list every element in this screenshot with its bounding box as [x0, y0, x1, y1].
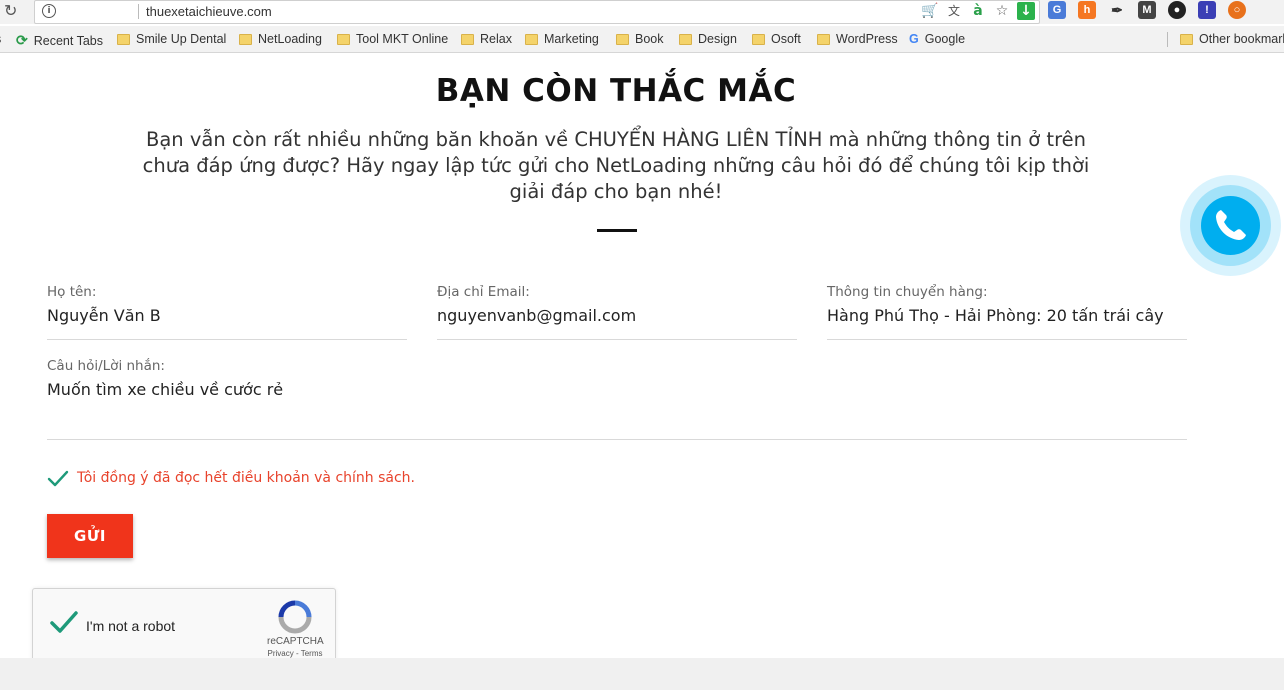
cart-extension-icon[interactable]: 🛒 [921, 2, 939, 20]
folder-icon [337, 33, 350, 45]
recaptcha-checkmark-icon[interactable] [49, 607, 79, 637]
shipping-field[interactable]: Thông tin chuyển hàng: Hàng Phú Thọ - Hả… [827, 284, 1187, 340]
folder-icon [461, 33, 474, 45]
bookmark-netloading[interactable]: NetLoading [239, 32, 322, 46]
folder-icon [817, 33, 830, 45]
recaptcha-brand: reCAPTCHA [267, 636, 324, 647]
recaptcha-logo-icon [278, 600, 312, 634]
bookmarks-separator [1167, 32, 1168, 47]
bottom-bar [0, 658, 1284, 690]
bookmark-marketing[interactable]: Marketing [525, 32, 599, 46]
address-separator [138, 4, 139, 19]
reload-icon[interactable]: ↻ [4, 1, 17, 20]
bookmark-design[interactable]: Design [679, 32, 737, 46]
email-label: Địa chỉ Email: [437, 284, 530, 300]
moz-icon[interactable]: M [1138, 1, 1156, 19]
bookmark-manager-icon[interactable]: ! [1198, 1, 1216, 19]
folder-icon [117, 33, 130, 45]
google-icon: G [909, 32, 919, 46]
bookmark-smile-up-dental[interactable]: Smile Up Dental [117, 32, 226, 46]
email-input[interactable]: nguyenvanb@gmail.com [437, 306, 797, 325]
browser-toolbar: ↻ i thuexetaichieuve.com 🛒 文 à ☆ ↓ G h ✒… [0, 0, 1284, 24]
chrome-extension-icon[interactable]: ○ [1228, 1, 1246, 19]
title-divider [597, 229, 637, 232]
bookmark-book[interactable]: Book [616, 32, 664, 46]
folder-icon [616, 33, 629, 45]
call-button-core [1201, 196, 1260, 255]
star-bookmark-icon[interactable]: ☆ [993, 2, 1011, 20]
download-icon[interactable]: ↓ [1017, 2, 1035, 20]
bookmark-overflow[interactable]: s [0, 32, 1, 46]
email-underline [437, 339, 797, 340]
intro-text: Bạn vẫn còn rất nhiều những băn khoăn về… [142, 128, 1090, 203]
folder-icon [1180, 33, 1193, 45]
submit-button[interactable]: GỬI [47, 514, 133, 558]
message-field[interactable]: Câu hỏi/Lời nhắn: Muốn tìm xe chiều về c… [47, 358, 1187, 440]
name-label: Họ tên: [47, 284, 97, 300]
vietnamese-input-icon[interactable]: à [969, 2, 987, 20]
folder-icon [752, 33, 765, 45]
page-content: BẠN CÒN THẮC MẮC Bạn vẫn còn rất nhiều n… [0, 53, 1284, 668]
consent-label: Tôi đồng ý đã đọc hết điều khoản và chín… [77, 470, 415, 486]
shipping-input[interactable]: Hàng Phú Thọ - Hải Phòng: 20 tấn trái câ… [827, 306, 1187, 325]
recent-tabs-icon: ⟳ [16, 32, 28, 48]
bookmark-tool-mkt-online[interactable]: Tool MKT Online [337, 32, 448, 46]
recaptcha-links[interactable]: Privacy - Terms [267, 649, 323, 658]
phone-icon [1216, 210, 1246, 240]
folder-icon [239, 33, 252, 45]
url-text[interactable]: thuexetaichieuve.com [146, 4, 272, 19]
dark-reader-icon[interactable]: ● [1168, 1, 1186, 19]
consent-checkbox[interactable]: Tôi đồng ý đã đọc hết điều khoản và chín… [47, 467, 415, 489]
email-field[interactable]: Địa chỉ Email: nguyenvanb@gmail.com [437, 284, 797, 340]
name-input[interactable]: Nguyễn Văn B [47, 306, 407, 325]
recaptcha-widget: I'm not a robot reCAPTCHA Privacy - Term… [32, 588, 336, 668]
bookmark-osoft[interactable]: Osoft [752, 32, 801, 46]
page-title: BẠN CÒN THẮC MẮC [435, 73, 797, 109]
other-bookmarks[interactable]: Other bookmarks [1180, 32, 1284, 46]
shipping-label: Thông tin chuyển hàng: [827, 284, 988, 300]
hubspot-icon[interactable]: h [1078, 1, 1096, 19]
bookmark-wordpress[interactable]: WordPress [817, 32, 898, 46]
shipping-underline [827, 339, 1187, 340]
omnibox-icons: 🛒 文 à ☆ ↓ [921, 2, 1035, 20]
translate-icon[interactable]: 文 [945, 2, 963, 20]
message-underline [47, 439, 1187, 440]
google-translate-icon[interactable]: G [1048, 1, 1066, 19]
extension-icons: G h ✒ M ● ! ○ [1048, 1, 1246, 19]
eyedropper-icon[interactable]: ✒ [1108, 1, 1126, 19]
message-textarea[interactable]: Muốn tìm xe chiều về cước rẻ [47, 380, 1187, 399]
bookmark-relax[interactable]: Relax [461, 32, 512, 46]
address-bar[interactable]: i thuexetaichieuve.com 🛒 文 à ☆ ↓ [34, 0, 1040, 24]
bookmarks-bar: s ⟳ Recent Tabs Smile Up Dental NetLoadi… [0, 26, 1284, 53]
checkmark-icon [47, 470, 69, 487]
call-button-ring [1190, 185, 1271, 266]
recaptcha-label: I'm not a robot [86, 618, 176, 634]
call-button[interactable] [1180, 175, 1281, 276]
site-info-icon[interactable]: i [42, 4, 56, 18]
name-underline [47, 339, 407, 340]
folder-icon [525, 33, 538, 45]
message-label: Câu hỏi/Lời nhắn: [47, 358, 165, 374]
name-field[interactable]: Họ tên: Nguyễn Văn B [47, 284, 407, 340]
bookmark-recent-tabs[interactable]: ⟳ Recent Tabs [16, 32, 103, 49]
bookmark-google[interactable]: G Google [909, 32, 965, 46]
folder-icon [679, 33, 692, 45]
